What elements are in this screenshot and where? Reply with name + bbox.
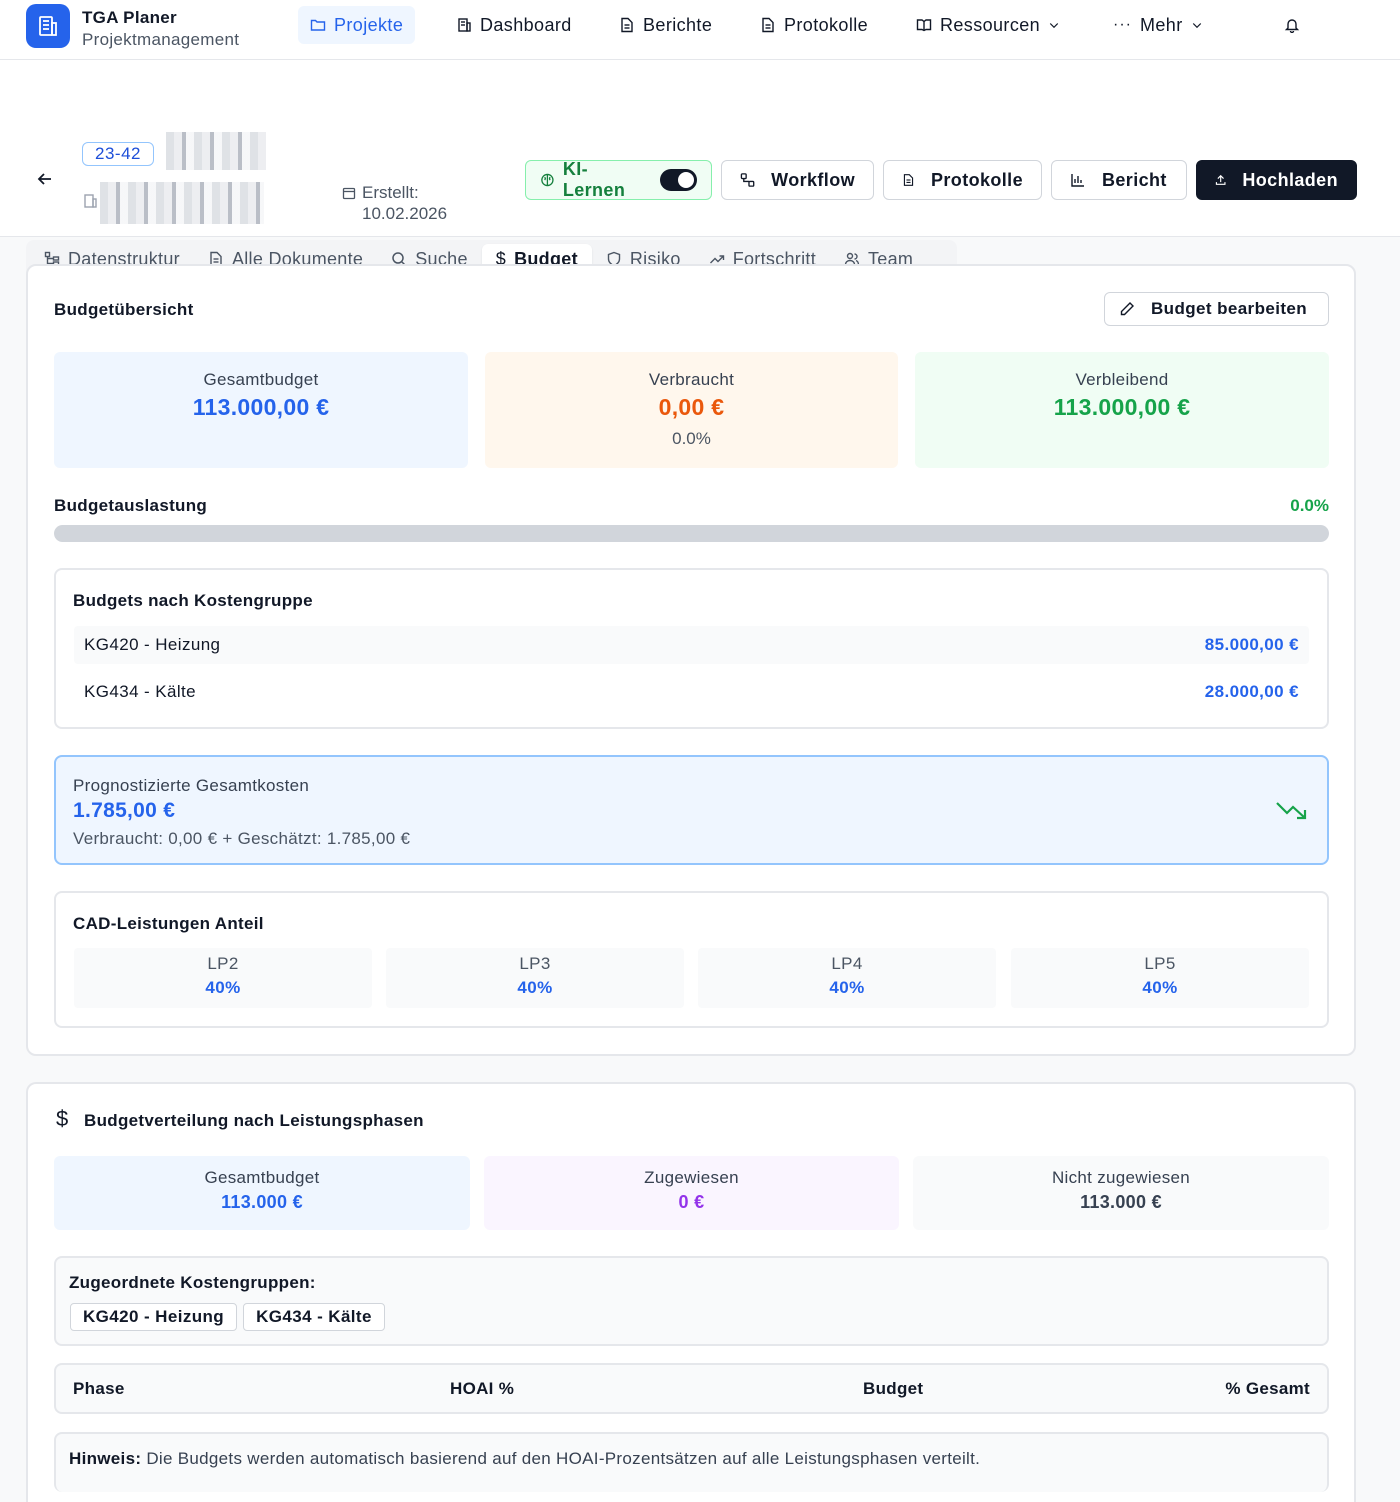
chevron-down-icon [1049,23,1059,29]
forecast-label: Prognostizierte Gesamtkosten [73,776,310,795]
redacted-client-name [100,182,264,224]
building-icon [84,194,97,208]
workflow-icon [740,173,755,187]
building-icon [458,18,471,32]
hint-text: Hinweis: Die Budgets werden automatisch … [69,1449,981,1468]
lp-item-lp5: LP5 40% [1011,948,1309,1008]
assigned-groups-label: Zugeordnete Kostengruppen: [69,1273,316,1292]
dist-total: Gesamtbudget 113.000 € [54,1156,470,1230]
list-item: KG434 - Kälte 28.000,00 € [74,673,1309,711]
kostengruppen-box: Budgets nach Kostengruppe KG420 - Heizun… [54,568,1329,729]
trending-down-icon [1276,802,1307,820]
more-dots-icon: ··· [1113,16,1132,33]
nav-ressourcen[interactable]: Ressourcen [904,6,1072,44]
chevron-down-icon [1192,23,1201,29]
nav-dashboard[interactable]: Dashboard [444,6,584,44]
folder-icon [310,19,326,31]
assigned-groups-chips: KG420 - Heizung KG434 - Kälte [70,1303,391,1331]
created-date: Erstellt: 10.02.2026 [342,182,447,224]
arrow-left-icon[interactable] [36,170,54,188]
bell-icon [1284,19,1300,33]
pencil-icon [1120,302,1134,316]
lp-item-lp3: LP3 40% [386,948,684,1008]
forecast-detail: Verbraucht: 0,00 € + Geschätzt: 1.785,00… [73,829,411,848]
usage-percent: 0.0% [1290,496,1329,515]
lp-item-lp2: LP2 40% [74,948,372,1008]
ki-learning-toggle[interactable]: KI-Lernen [525,159,712,200]
column-header-total-pct: % Gesamt [1225,1379,1310,1398]
distribution-title: Budgetverteilung nach Leistungsphasen [84,1111,424,1130]
app-title: TGA Planer [82,8,177,27]
project-header: 23-42 Erstellt: 10.02.2026 KI-Lernen Work… [0,60,1400,278]
file-text-icon [903,174,914,186]
notifications-button[interactable] [1272,6,1312,44]
nav-protokolle[interactable]: Protokolle [748,6,880,44]
redacted-project-name [166,132,266,170]
file-text-icon [762,17,774,33]
workflow-button[interactable]: Workflow [721,160,874,200]
project-id-badge: 23-42 [82,142,154,166]
kostengruppen-title: Budgets nach Kostengruppe [73,591,313,610]
list-item: KG420 - Heizung 85.000,00 € [74,626,1309,664]
app-logo-icon[interactable] [26,4,70,48]
stat-used-budget: Verbraucht 0,00 € 0.0% [485,352,898,468]
ki-toggle-switch[interactable] [659,169,697,191]
brain-icon [541,173,554,187]
assigned-groups-box: Zugeordnete Kostengruppen: KG420 - Heizu… [54,1256,1329,1346]
dist-unassigned: Nicht zugewiesen 113.000 € [913,1156,1329,1230]
stat-remaining-budget: Verbleibend 113.000,00 € [915,352,1329,468]
dollar-icon: $ [56,1106,69,1131]
file-text-icon [621,17,633,33]
protokolle-button[interactable]: Protokolle [883,160,1042,200]
dist-assigned: Zugewiesen 0 € [484,1156,899,1230]
column-header-budget: Budget [863,1379,924,1398]
edit-budget-button[interactable]: Budget bearbeiten [1104,292,1329,326]
bar-chart-icon [1071,174,1084,187]
column-header-hoai: HOAI % [450,1379,515,1398]
top-navigation: TGA Planer Projektmanagement Projekte Da… [0,0,1400,60]
hint-box: Hinweis: Die Budgets werden automatisch … [54,1432,1329,1492]
group-chip: KG434 - Kälte [243,1303,385,1331]
usage-label: Budgetauslastung [54,496,208,515]
forecast-value: 1.785,00 € [73,799,176,822]
cad-box: CAD-Leistungen Anteil LP2 40% LP3 40% LP… [54,891,1329,1028]
lp-item-lp4: LP4 40% [698,948,996,1008]
nav-berichte[interactable]: Berichte [607,6,724,44]
forecast-box: Prognostizierte Gesamtkosten 1.785,00 € … [54,755,1329,865]
stat-total-budget: Gesamtbudget 113.000,00 € [54,352,468,468]
calendar-icon [342,187,356,200]
group-chip: KG420 - Heizung [70,1303,238,1331]
book-open-icon [916,19,932,32]
upload-button[interactable]: Hochladen [1196,160,1357,200]
app-subtitle: Projektmanagement [82,30,240,49]
cad-title: CAD-Leistungen Anteil [73,914,264,933]
bericht-button[interactable]: Bericht [1051,160,1187,200]
budget-overview-title: Budgetübersicht [54,300,194,319]
nav-mehr[interactable]: ··· Mehr [1101,6,1215,44]
nav-projekte[interactable]: Projekte [298,6,416,44]
upload-icon [1215,174,1226,185]
budget-usage-bar [54,525,1329,542]
column-header-phase: Phase [73,1379,125,1398]
phase-table-header: Phase HOAI % Budget % Gesamt [54,1363,1329,1414]
